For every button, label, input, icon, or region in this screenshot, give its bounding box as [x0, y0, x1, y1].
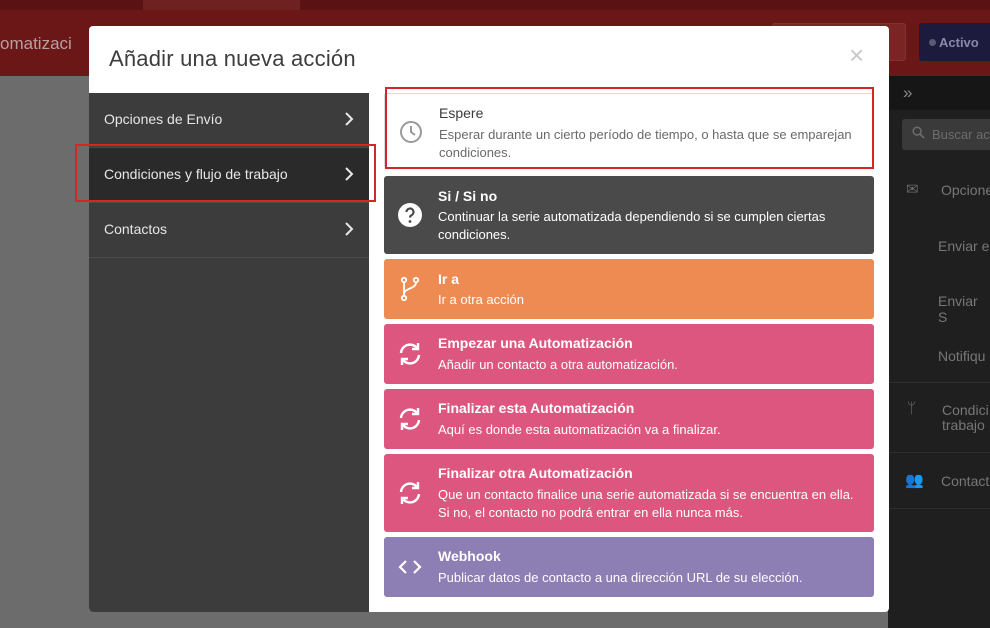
action-title: Webhook	[438, 548, 501, 564]
branch-icon	[400, 276, 420, 302]
envelope-icon: ✉	[906, 181, 919, 198]
sidebar-divider	[888, 382, 990, 383]
action-description: Añadir un contacto a otra automatización…	[438, 357, 678, 372]
status-active-button[interactable]: Activo	[919, 23, 990, 61]
sidebar-item-enviar-sms[interactable]: Enviar S	[938, 293, 990, 325]
chevron-right-icon	[345, 112, 354, 126]
nav-item-opciones-envio[interactable]: Opciones de Envío	[89, 93, 369, 148]
action-description: Continuar la serie automatizada dependie…	[438, 209, 826, 242]
nav-item-label: Opciones de Envío	[104, 111, 223, 127]
action-description: Publicar datos de contacto a una direcci…	[438, 570, 803, 585]
sidebar-item-condiciones[interactable]: Condici trabajo	[942, 403, 989, 433]
sidebar-item-notifique[interactable]: Notifiqu	[938, 348, 985, 364]
highlight-box-espere	[385, 87, 874, 169]
close-icon[interactable]: ×	[849, 42, 864, 68]
nav-item-label: Contactos	[104, 221, 168, 237]
action-title: Finalizar esta Automatización	[438, 400, 635, 416]
modal-title: Añadir una nueva acción	[109, 46, 356, 71]
sidebar-search-input[interactable]: Buscar ac	[902, 119, 990, 150]
app-page-title: omatizaci	[0, 34, 72, 53]
sidebar-divider	[888, 452, 990, 453]
action-card-empezar-automatizacion[interactable]: Empezar una Automatización Añadir un con…	[384, 324, 874, 384]
users-icon: 👥	[905, 472, 924, 489]
sidebar-search-placeholder: Buscar ac	[932, 127, 990, 142]
nav-item-contactos[interactable]: Contactos	[89, 203, 369, 258]
action-card-ir-a[interactable]: Ir a Ir a otra acción	[384, 259, 874, 319]
action-card-si-si-no[interactable]: Si / Si no Continuar la serie automatiza…	[384, 176, 874, 254]
sidebar-item-opciones[interactable]: Opcione	[941, 182, 990, 198]
sidebar-divider	[888, 508, 990, 509]
action-card-webhook[interactable]: Webhook Publicar datos de contacto a una…	[384, 537, 874, 597]
sidebar-item-condiciones-line2: trabajo	[942, 417, 985, 433]
sidebar-item-condiciones-line1: Condici	[942, 402, 989, 418]
sync-icon	[399, 408, 421, 430]
code-icon	[398, 560, 422, 574]
sidebar-item-enviar-email[interactable]: Enviar e	[938, 238, 989, 254]
status-dot-icon	[929, 39, 936, 46]
chevron-right-icon	[345, 222, 354, 236]
action-title: Ir a	[438, 271, 460, 287]
action-card-finalizar-otra-automatizacion[interactable]: Finalizar otra Automatización Que un con…	[384, 454, 874, 532]
app-top-tab[interactable]	[143, 0, 300, 10]
action-title: Finalizar otra Automatización	[438, 465, 633, 481]
action-description: Que un contacto finalice una serie autom…	[438, 487, 854, 520]
branch-icon: ᛘ	[907, 400, 917, 417]
status-active-label: Activo	[939, 35, 979, 50]
sidebar-item-contactos[interactable]: Contact	[941, 473, 989, 489]
question-icon	[398, 203, 422, 227]
search-icon	[912, 126, 925, 139]
action-title: Si / Si no	[438, 188, 498, 204]
sync-icon	[399, 482, 421, 504]
highlight-box-nav	[75, 144, 376, 202]
action-description: Aquí es donde esta automatización va a f…	[438, 422, 721, 437]
action-title: Empezar una Automatización	[438, 335, 633, 351]
sync-icon	[399, 343, 421, 365]
collapse-sidebar-icon[interactable]: »	[903, 83, 912, 103]
action-card-finalizar-esta-automatizacion[interactable]: Finalizar esta Automatización Aquí es do…	[384, 389, 874, 449]
action-description: Ir a otra acción	[438, 292, 524, 307]
